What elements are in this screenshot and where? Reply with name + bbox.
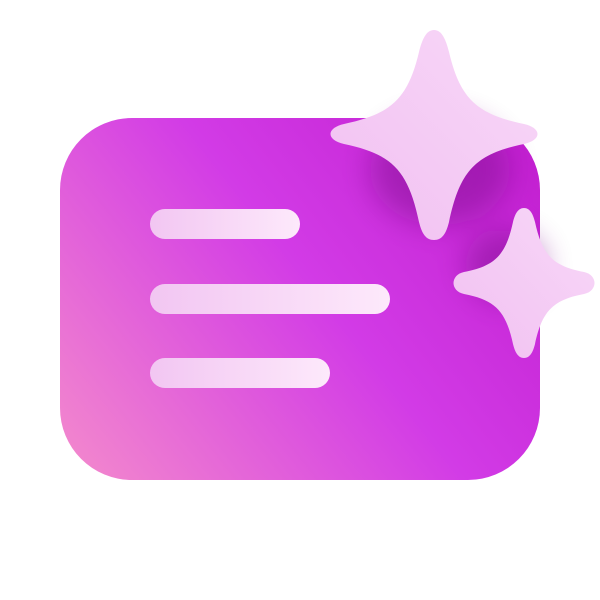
text-line-2	[150, 284, 390, 314]
document-sparkle-icon	[60, 30, 595, 480]
text-line-3	[150, 358, 330, 388]
text-line-1	[150, 209, 300, 239]
app-icon	[0, 0, 600, 600]
